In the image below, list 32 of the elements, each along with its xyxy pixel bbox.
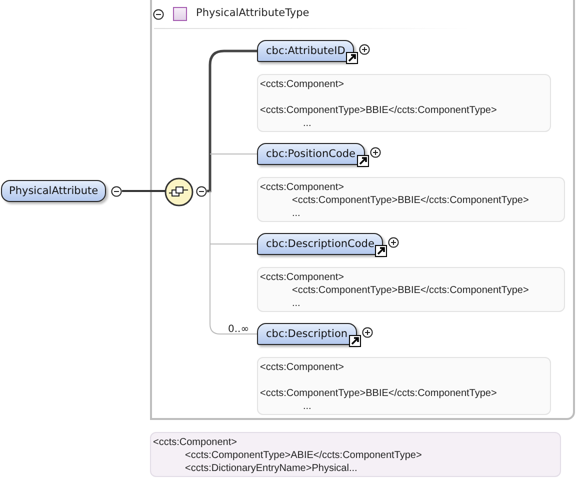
collapse-icon[interactable]	[196, 186, 207, 197]
annotation-text: <ccts:ComponentType>BBIE</ccts:ComponentType>	[260, 388, 497, 399]
connector-line	[122, 190, 165, 192]
annotation-text: ...	[303, 118, 312, 129]
annotation-text: ...	[292, 208, 300, 219]
element-node[interactable]: cbc:DescriptionCode	[257, 233, 384, 255]
annotation-text: ...	[292, 298, 300, 309]
annotation-text: <ccts:Component>	[260, 79, 344, 90]
expand-icon[interactable]	[388, 237, 400, 248]
annotation-text: ...	[303, 401, 312, 412]
annotation-text: <ccts:Component>	[260, 362, 344, 373]
complex-type-icon	[173, 7, 187, 21]
collapse-icon[interactable]	[153, 9, 164, 20]
annotation-text: <ccts:Component>	[153, 437, 237, 448]
annotation-text: <ccts:DictionaryEntryName>Physical...	[185, 463, 358, 474]
expand-icon[interactable]	[362, 327, 373, 338]
sequence-icon[interactable]	[164, 177, 194, 207]
expand-icon[interactable]	[370, 147, 381, 158]
expand-icon[interactable]	[359, 44, 370, 55]
annotation-text: <ccts:ComponentType>ABIE</ccts:ComponentType>	[185, 450, 422, 461]
annotation-text: <ccts:ComponentType>BBIE</ccts:ComponentType>	[292, 285, 529, 296]
annotation-text: <ccts:ComponentType>BBIE</ccts:ComponentType>	[292, 195, 529, 206]
annotation-text: <ccts:Component>	[260, 182, 344, 193]
type-title: PhysicalAttributeType	[196, 7, 310, 19]
annotation-text: <ccts:ComponentType>BBIE</ccts:ComponentType>	[260, 105, 497, 116]
collapse-icon[interactable]	[111, 186, 122, 197]
annotation-text: <ccts:Component>	[260, 272, 344, 283]
element-node[interactable]: PhysicalAttribute	[1, 180, 106, 202]
cardinality-label: 0..∞	[228, 324, 250, 335]
element-node[interactable]: cbc:PositionCode	[257, 143, 365, 165]
element-node[interactable]: cbc:Description	[257, 323, 357, 345]
element-node[interactable]: cbc:AttributeID	[257, 40, 354, 62]
